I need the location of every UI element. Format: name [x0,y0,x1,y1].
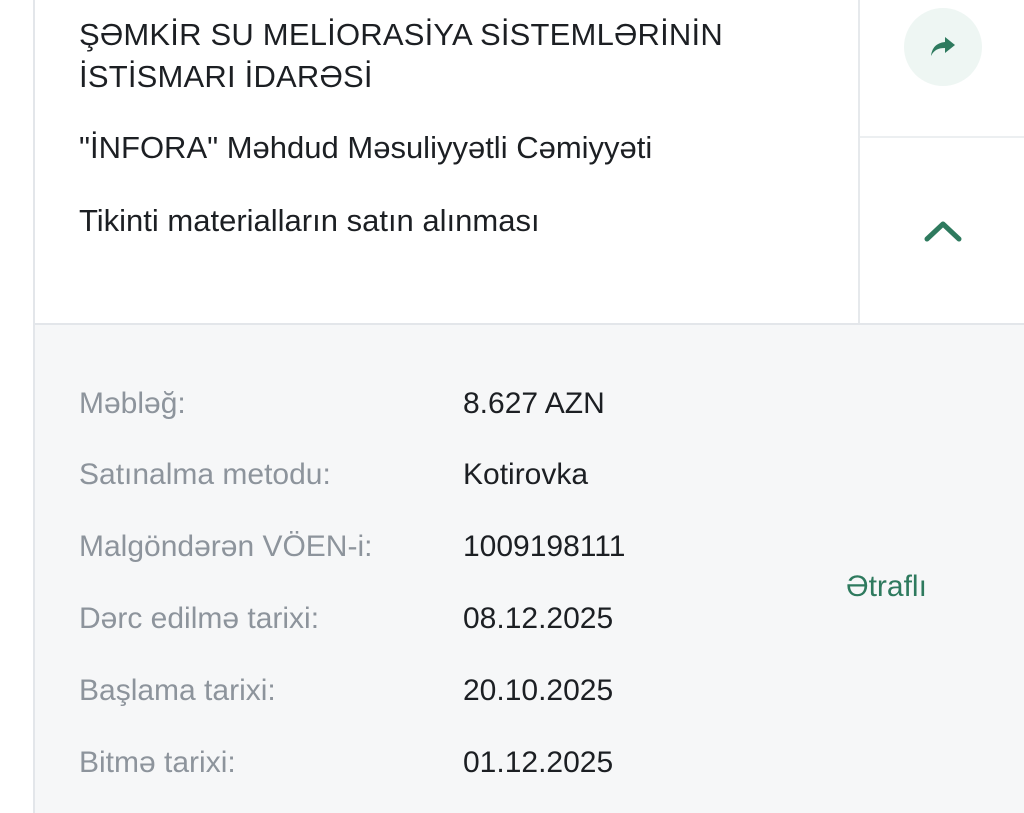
more-details-link[interactable]: Ətraflı [846,565,927,609]
amount-label: Məbləğ: [79,387,186,420]
detail-row-method: Satınalma metodu: Kotirovka [79,451,799,499]
collapse-button[interactable] [914,206,972,256]
detail-row-supplier-tin: Malgöndərən VÖEN-i: 1009198111 [79,523,799,571]
detail-row-end: Bitmə tarixi: 01.12.2025 [79,739,799,787]
amount-value: 8.627 AZN [463,387,605,420]
procurement-subject: Tikinti materialların satın alınması [79,203,540,238]
organization-name: ŞƏMKİR SU MELİORASİYA SİSTEMLƏRİNİN İSTİ… [79,17,723,94]
summary-divider [858,0,860,323]
method-value: Kotirovka [463,458,589,491]
start-date-label: Başlama tarixi: [79,674,276,707]
share-arrow-icon [928,34,958,60]
published-date-label: Dərc edilmə tarixi: [79,602,320,635]
actions-divider [860,136,1024,138]
start-date-value: 20.10.2025 [463,674,614,707]
detail-row-amount: Məbləğ: 8.627 AZN [79,380,799,428]
share-button[interactable] [904,8,982,86]
detail-row-published: Dərc edilmə tarixi: 08.12.2025 [79,595,799,643]
chevron-up-icon [923,218,963,244]
supplier-name: "İNFORA" Məhdud Məsuliyyətli Cəmiyyəti [79,130,653,165]
supplier-tin-label: Malgöndərən VÖEN-i: [79,530,373,563]
end-date-label: Bitmə tarixi: [79,746,236,779]
detail-row-start: Başlama tarixi: 20.10.2025 [79,667,799,715]
supplier-tin-value: 1009198111 [463,530,626,563]
published-date-value: 08.12.2025 [463,602,614,635]
end-date-value: 01.12.2025 [463,746,614,779]
method-label: Satınalma metodu: [79,458,331,491]
